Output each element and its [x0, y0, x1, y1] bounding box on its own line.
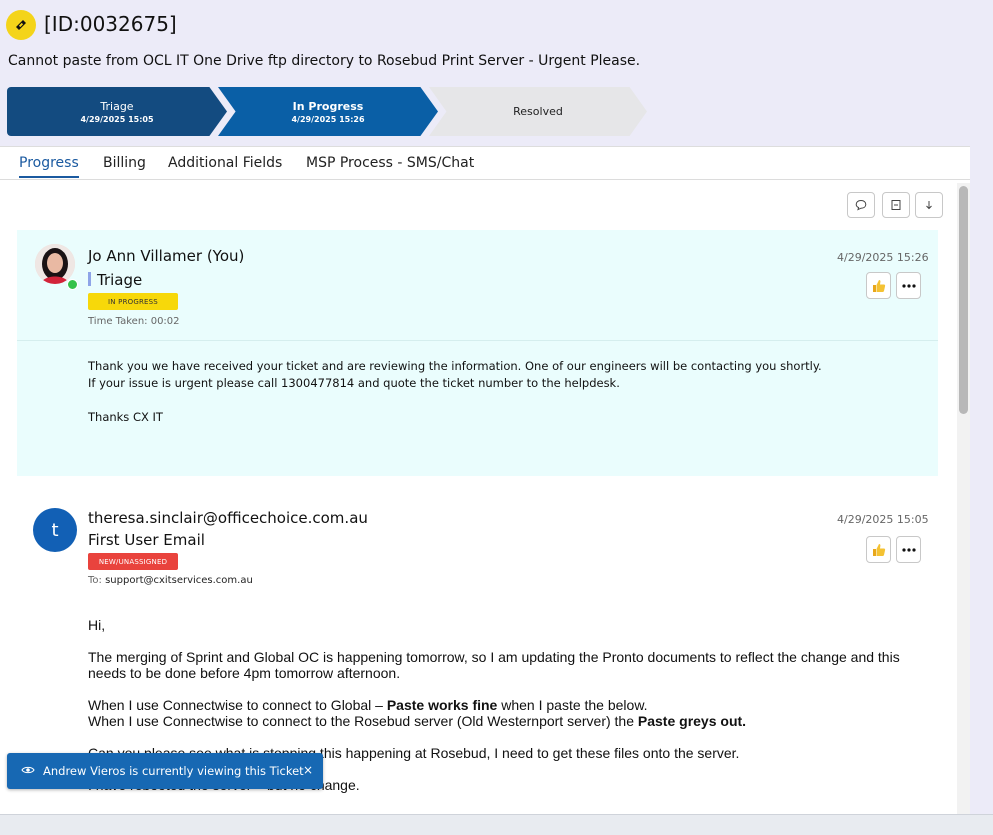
tab-msp-process[interactable]: MSP Process - SMS/Chat	[306, 155, 474, 171]
status-badge: NEW/UNASSIGNED	[88, 553, 178, 570]
scrollbar-thumb[interactable]	[959, 186, 968, 414]
message-line: Thank you we have received your ticket a…	[88, 359, 822, 373]
email-greeting: Hi,	[88, 617, 106, 633]
online-status-indicator	[67, 279, 78, 290]
entry-date: 4/29/2025 15:05	[837, 513, 929, 526]
progress-entry: Jo Ann Villamer (You) Triage IN PROGRESS…	[17, 230, 938, 476]
more-options-button[interactable]	[896, 272, 921, 299]
like-button[interactable]	[866, 536, 891, 563]
entry-divider	[17, 340, 938, 341]
scrollbar[interactable]	[957, 183, 970, 815]
comment-icon	[855, 199, 867, 211]
email-recipient: To: support@cxitservices.com.au	[88, 575, 253, 586]
taskbar	[0, 814, 993, 835]
step-resolved[interactable]: Resolved	[429, 87, 647, 136]
ticket-header: [ID:0032675] Cannot paste from OCL IT On…	[0, 0, 980, 146]
stage-label: Triage	[97, 271, 143, 289]
ticket-subject: Cannot paste from OCL IT One Drive ftp d…	[8, 53, 641, 69]
close-icon[interactable]: ×	[303, 763, 313, 777]
status-badge: IN PROGRESS	[88, 293, 178, 310]
message-line: If your issue is urgent please call 1300…	[88, 376, 620, 390]
email-bold-text: Paste works fine	[386, 697, 498, 713]
email-paragraph: When I use Connectwise to connect to Glo…	[88, 697, 928, 729]
viewer-notification: Andrew Vieros is currently viewing this …	[7, 753, 323, 789]
comment-button[interactable]	[847, 192, 875, 218]
step-triage[interactable]: Triage 4/29/2025 15:05	[7, 87, 227, 136]
avatar[interactable]: t	[33, 508, 77, 552]
more-options-button[interactable]	[896, 536, 921, 563]
avatar[interactable]	[35, 244, 75, 284]
email-paragraph: The merging of Sprint and Global OC is h…	[88, 649, 900, 681]
entry-stage: Triage	[88, 271, 142, 289]
email-text: When I use Connectwise to connect to Glo…	[88, 697, 387, 713]
ticket-id: [ID:0032675]	[44, 12, 177, 36]
collapse-icon	[891, 200, 901, 210]
more-icon	[901, 283, 916, 288]
step-in-progress[interactable]: In Progress 4/29/2025 15:26	[218, 87, 438, 136]
entry-author: theresa.sinclair@officechoice.com.au	[88, 509, 368, 527]
message-line	[88, 392, 822, 409]
like-button[interactable]	[866, 272, 891, 299]
status-pipeline: Triage 4/29/2025 15:05 In Progress 4/29/…	[7, 87, 647, 136]
tab-bar: Progress Billing Additional Fields MSP P…	[0, 147, 970, 180]
entry-stage: First User Email	[88, 531, 205, 549]
notification-text: Andrew Vieros is currently viewing this …	[43, 764, 304, 778]
step-name: Triage	[100, 99, 134, 113]
email-bold-text: Paste greys out.	[637, 713, 747, 729]
entry-author: Jo Ann Villamer (You)	[88, 247, 245, 265]
tab-progress[interactable]: Progress	[19, 155, 79, 178]
time-taken: Time Taken: 00:02	[88, 316, 180, 327]
email-text: when I paste the below.	[497, 697, 648, 713]
entry-message: Thank you we have received your ticket a…	[88, 358, 822, 426]
thumbs-up-icon	[872, 279, 885, 292]
eye-icon	[21, 764, 35, 778]
to-label: To:	[88, 575, 102, 586]
thumbs-up-icon	[872, 543, 885, 556]
tab-additional-fields[interactable]: Additional Fields	[168, 155, 282, 171]
step-date: 4/29/2025 15:05	[80, 114, 154, 124]
more-icon	[901, 547, 916, 552]
ticket-panel: Progress Billing Additional Fields MSP P…	[0, 146, 970, 815]
ticket-icon	[6, 10, 36, 40]
collapse-button[interactable]	[882, 192, 910, 218]
stage-marker	[88, 272, 91, 286]
scroll-down-button[interactable]	[915, 192, 943, 218]
step-name: In Progress	[292, 99, 364, 113]
to-address: support@cxitservices.com.au	[105, 575, 253, 586]
arrow-down-icon	[926, 201, 932, 210]
step-name: Resolved	[513, 105, 563, 118]
email-text: When I use Connectwise to connect to the…	[88, 713, 638, 729]
entry-date: 4/29/2025 15:26	[837, 251, 929, 264]
message-line: Thanks CX IT	[88, 410, 163, 424]
step-date: 4/29/2025 15:26	[291, 114, 365, 124]
tab-billing[interactable]: Billing	[103, 155, 146, 171]
